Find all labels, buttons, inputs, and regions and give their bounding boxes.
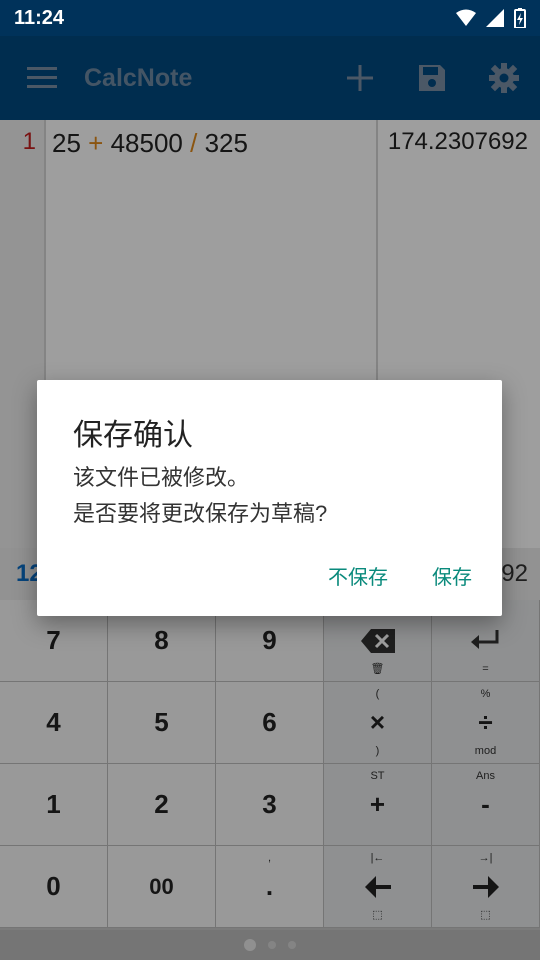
dialog-title: 保存确认 [73,419,193,452]
signal-icon [486,9,504,27]
dialog-message: 该文件已被修改。 是否要将更改保存为草稿? [73,460,327,532]
dont-save-button[interactable]: 不保存 [328,561,388,590]
dialog-message-line: 该文件已被修改。 [73,465,250,490]
battery-icon [514,8,526,28]
wifi-icon [456,9,476,26]
save-button[interactable]: 保存 [432,561,472,590]
save-confirm-dialog: 保存确认 该文件已被修改。 是否要将更改保存为草稿? 不保存 保存 [37,380,502,616]
dialog-actions: 不保存 保存 [328,561,472,590]
dialog-message-line: 是否要将更改保存为草稿? [73,501,328,526]
status-bar: 11:24 [0,0,540,36]
status-time: 11:24 [14,6,65,29]
status-icons [456,8,526,28]
